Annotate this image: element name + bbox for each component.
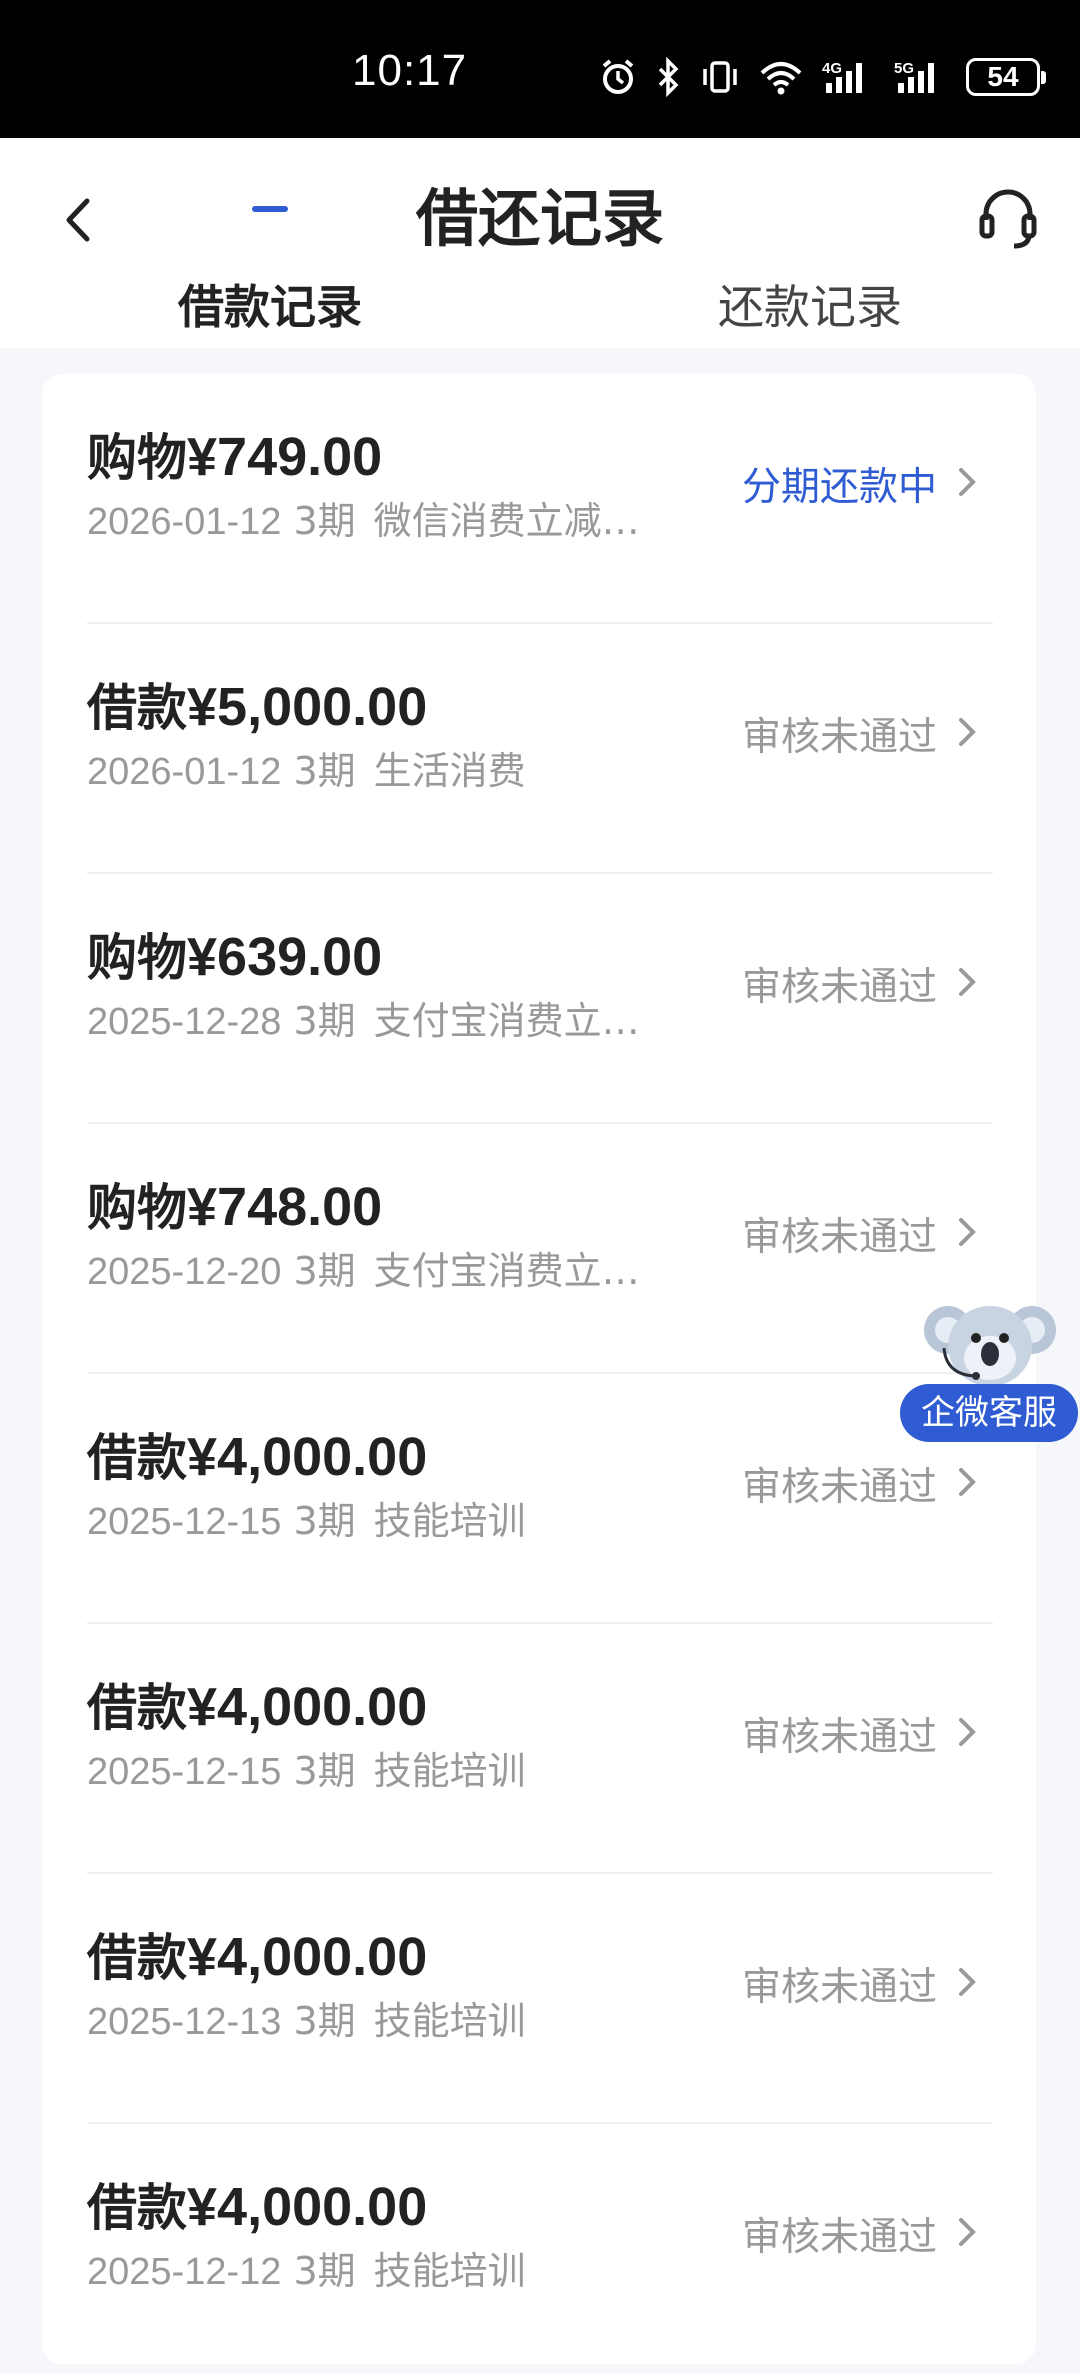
record-subtitle: 2025-12-13 3期 技能培训 [87, 1999, 526, 2043]
page-title: 借还记录 [415, 182, 664, 255]
record-title: 购物¥748.00 [87, 1177, 383, 1237]
records-list: 购物¥749.00 2026-01-12 3期 微信消费立减… 分期还款中 借款¥… [42, 374, 1036, 2364]
chevron-right-icon [959, 1218, 976, 1246]
record-status: 审核未通过 [741, 2215, 937, 2260]
status-icons: 4G 5G 54 [598, 52, 1046, 102]
vibrate-icon [703, 61, 737, 93]
record-subtitle: 2025-12-20 3期 支付宝消费立… [87, 1249, 640, 1293]
alarm-icon [602, 59, 634, 94]
chevron-right-icon [959, 468, 976, 496]
list-item[interactable]: 借款¥4,000.00 2025-12-15 3期 技能培训 审核未通过 [87, 1624, 993, 1874]
chevron-right-icon [959, 1468, 976, 1496]
record-subtitle: 2025-12-15 3期 技能培训 [87, 1499, 526, 1543]
record-status: 审核未通过 [741, 965, 937, 1010]
record-tabs: 借款记录 还款记录 [0, 278, 1080, 348]
record-subtitle: 2026-01-12 3期 微信消费立减… [87, 499, 640, 543]
list-item[interactable]: 购物¥639.00 2025-12-28 3期 支付宝消费立… 审核未通过 [87, 874, 993, 1124]
wifi-icon [760, 62, 802, 95]
record-subtitle: 2026-01-12 3期 生活消费 [87, 749, 526, 793]
list-item[interactable]: 借款¥4,000.00 2025-12-12 3期 技能培训 审核未通过 [87, 2124, 993, 2374]
chevron-right-icon [959, 2218, 976, 2246]
record-status: 审核未通过 [741, 1215, 937, 1260]
list-item[interactable]: 购物¥748.00 2025-12-20 3期 支付宝消费立… 审核未通过 [87, 1124, 993, 1374]
chevron-right-icon [959, 718, 976, 746]
page-header: 借还记录 借款记录 还款记录 [0, 138, 1080, 348]
record-subtitle: 2025-12-12 3期 技能培训 [87, 2249, 526, 2293]
record-subtitle: 2025-12-28 3期 支付宝消费立… [87, 999, 640, 1043]
tab-loan-records[interactable]: 借款记录 [178, 278, 362, 348]
floating-customer-service-button[interactable]: 企微客服 [900, 1288, 1080, 1442]
record-status: 审核未通过 [741, 1465, 937, 1510]
headset-icon [979, 189, 1037, 249]
record-status: 审核未通过 [741, 1965, 937, 2010]
signal-4g-icon: 4G [822, 60, 862, 93]
list-item[interactable]: 借款¥5,000.00 2026-01-12 3期 生活消费 审核未通过 [87, 624, 993, 874]
battery-level: 54 [987, 61, 1019, 92]
active-tab-indicator [252, 206, 288, 212]
record-title: 购物¥639.00 [87, 927, 383, 987]
record-title: 借款¥4,000.00 [87, 2177, 428, 2237]
chevron-right-icon [959, 1968, 976, 1996]
record-status: 分期还款中 [741, 465, 937, 510]
koala-mascot-icon [924, 1306, 1056, 1386]
list-item[interactable]: 借款¥4,000.00 2025-12-15 3期 技能培训 审核未通过 [87, 1374, 993, 1624]
signal-5g-icon: 5G [894, 60, 934, 93]
status-time: 10:17 [352, 46, 468, 95]
chevron-right-icon [959, 1718, 976, 1746]
list-item[interactable]: 购物¥749.00 2026-01-12 3期 微信消费立减… 分期还款中 [87, 374, 993, 624]
record-subtitle: 2025-12-15 3期 技能培训 [87, 1749, 526, 1793]
svg-text:5G: 5G [894, 60, 914, 77]
battery-indicator: 54 [966, 58, 1046, 96]
status-bar: 10:17 4G 5G 54 [0, 0, 1080, 138]
record-title: 借款¥5,000.00 [87, 677, 428, 737]
bluetooth-icon [658, 57, 679, 97]
record-status: 审核未通过 [741, 715, 937, 760]
record-title: 购物¥749.00 [87, 427, 383, 487]
record-title: 借款¥4,000.00 [87, 1677, 428, 1737]
list-item[interactable]: 借款¥4,000.00 2025-12-13 3期 技能培训 审核未通过 [87, 1874, 993, 2124]
tab-repayment-records[interactable]: 还款记录 [718, 278, 902, 348]
floating-service-label: 企微客服 [900, 1384, 1078, 1442]
record-title: 借款¥4,000.00 [87, 1927, 428, 1987]
chevron-right-icon [959, 968, 976, 996]
record-status: 审核未通过 [741, 1715, 937, 1760]
record-title: 借款¥4,000.00 [87, 1427, 428, 1487]
customer-support-button[interactable] [968, 176, 1048, 260]
svg-text:4G: 4G [822, 60, 842, 77]
